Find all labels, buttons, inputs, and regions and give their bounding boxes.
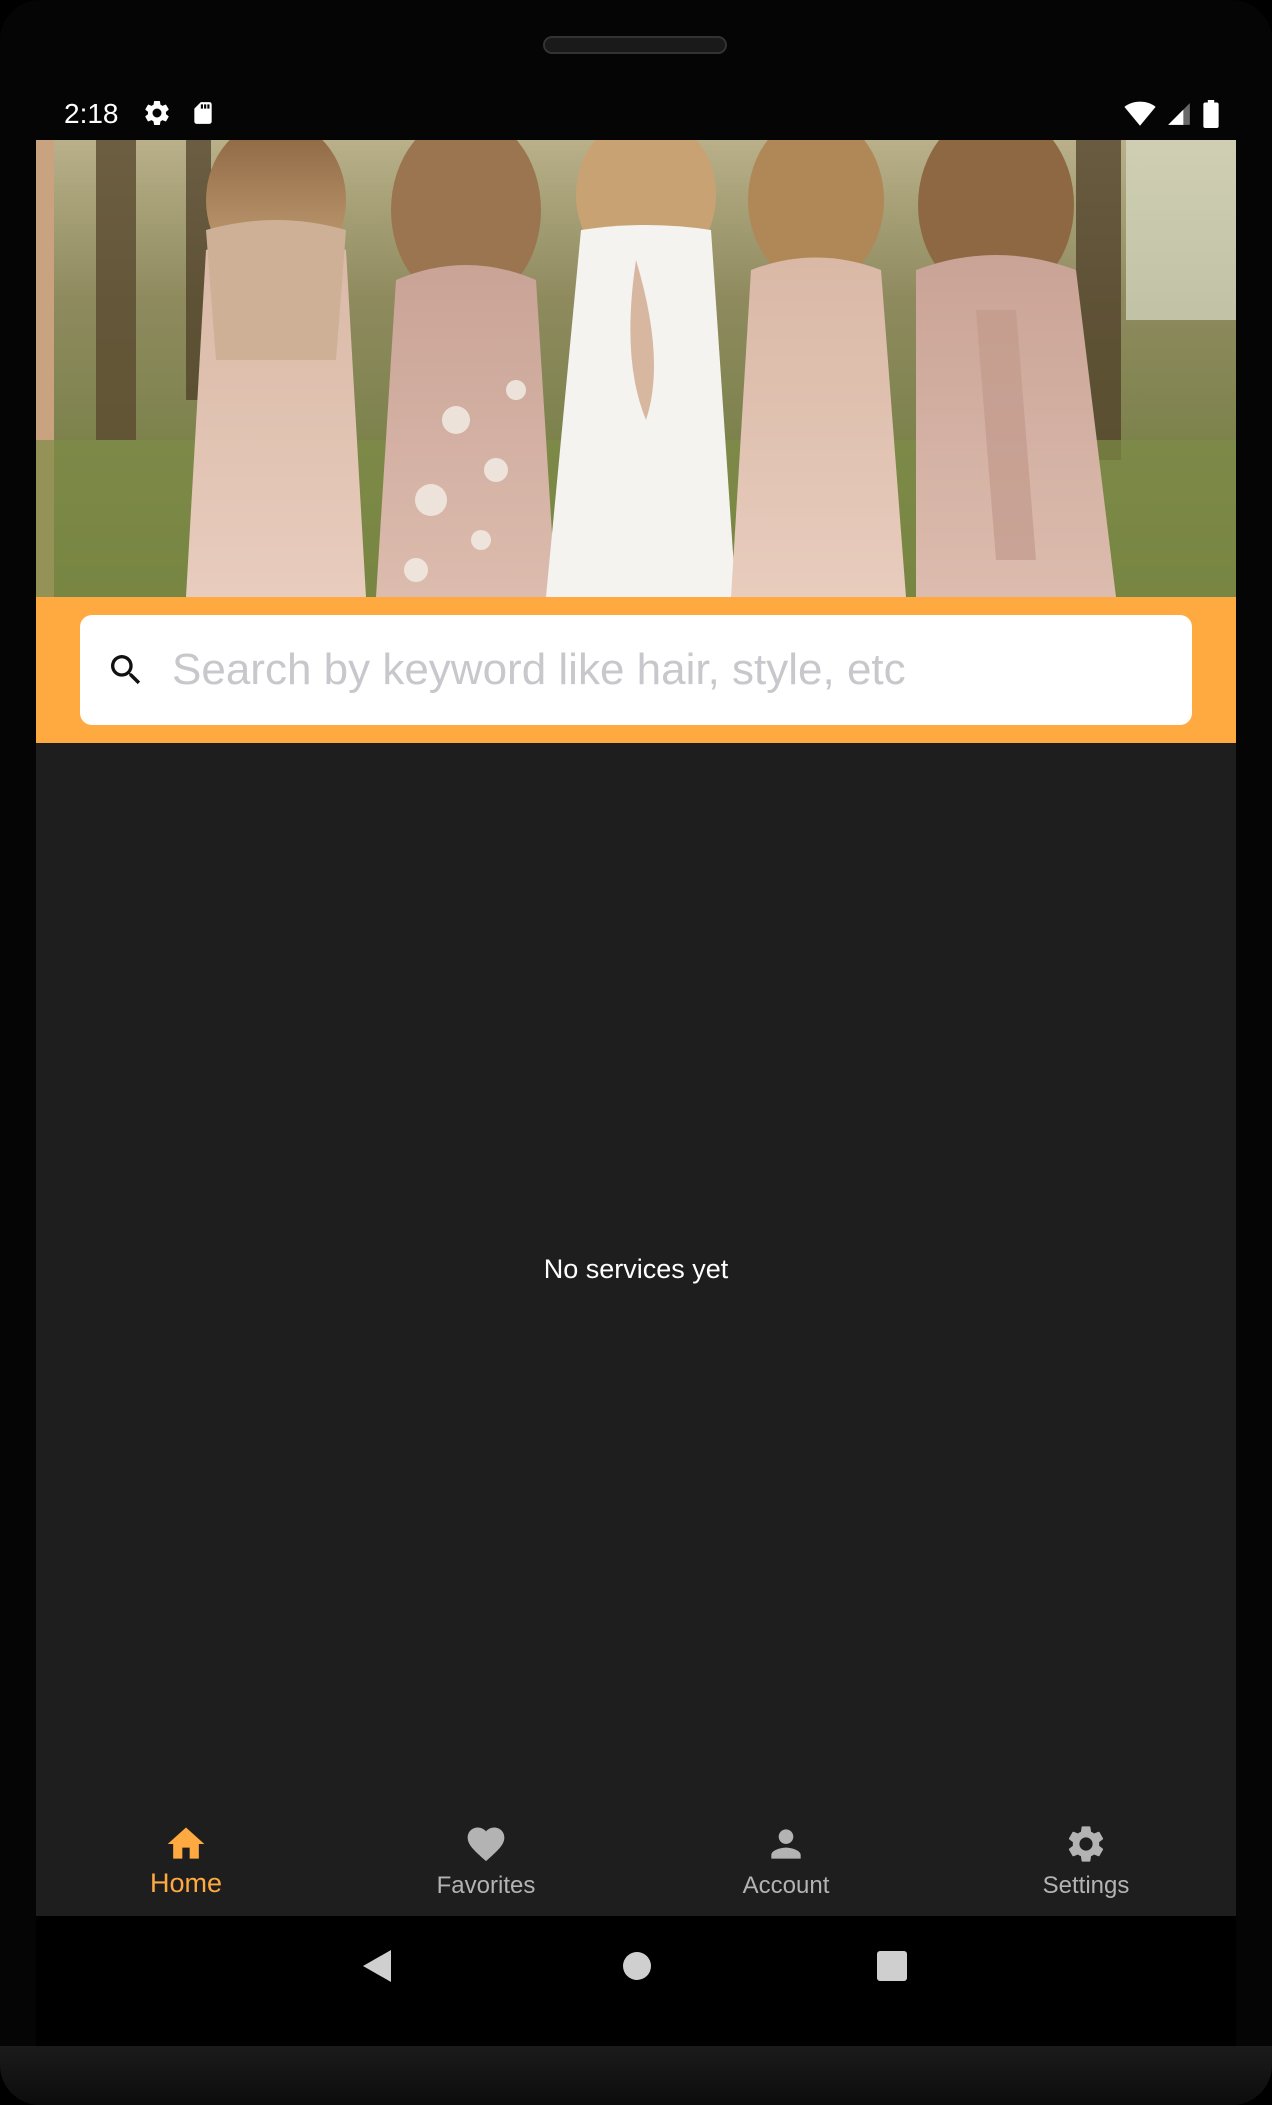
sd-card-icon	[194, 102, 212, 124]
nav-home-label: Home	[149, 1868, 223, 1898]
search-icon	[111, 655, 141, 685]
hero-image	[36, 140, 1236, 597]
gear-icon	[145, 100, 169, 125]
device-chin	[0, 2046, 1272, 2105]
nav-favorites-label: Favorites	[436, 1872, 536, 1899]
bottom-navigation: Home Favorites Account Settings	[36, 1806, 1236, 1916]
home-circle-icon[interactable]	[622, 1951, 652, 1981]
nav-settings-label: Settings	[1042, 1872, 1130, 1899]
person-icon	[771, 1829, 801, 1859]
status-time: 2:18	[64, 98, 119, 129]
app-screen: No services yet Home Favorites Account	[36, 140, 1236, 1916]
search-input[interactable]	[170, 629, 1192, 711]
recents-icon[interactable]	[876, 1950, 908, 1982]
nav-home[interactable]: Home	[36, 1806, 336, 1916]
wifi-icon	[1124, 101, 1156, 126]
speaker-grille	[543, 36, 727, 54]
search-bar[interactable]	[80, 615, 1192, 725]
empty-state-message: No services yet	[543, 1254, 729, 1284]
device-frame: 2:18 Search by keyword like hair, style,…	[0, 0, 1272, 2105]
back-icon[interactable]	[361, 1948, 393, 1984]
signal-icon	[1168, 103, 1190, 125]
heart-icon	[467, 1827, 505, 1862]
nav-favorites[interactable]: Favorites	[336, 1806, 636, 1916]
nav-settings[interactable]: Settings	[936, 1806, 1236, 1916]
home-icon	[167, 1827, 205, 1859]
nav-account[interactable]: Account	[636, 1806, 936, 1916]
status-bar: 2:18	[36, 92, 1236, 140]
gear-icon	[1068, 1826, 1104, 1862]
battery-icon	[1203, 100, 1219, 128]
nav-account-label: Account	[742, 1872, 830, 1899]
system-navigation-bar	[36, 1916, 1236, 2046]
search-band	[36, 597, 1236, 743]
